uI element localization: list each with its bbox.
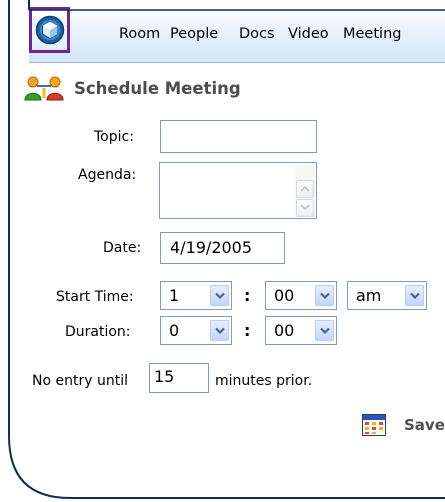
panel-border xyxy=(8,0,445,499)
meeting-panel: Room People Docs Video Meeting Schedule … xyxy=(0,0,445,502)
